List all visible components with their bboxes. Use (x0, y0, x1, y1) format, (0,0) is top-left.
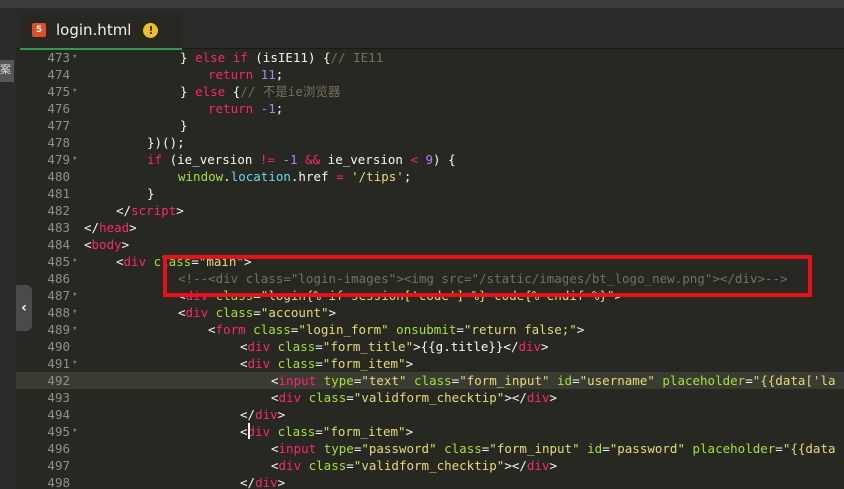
line-number: 474 (47, 67, 70, 82)
line-number: 479 (47, 152, 70, 167)
code-line: 495 ▾ <div class="form_item"> (16, 423, 844, 440)
code-line: 496 <input type="password" class="form_in… (16, 440, 844, 457)
window-top-bar (0, 0, 844, 8)
code-line: 475 ▾} else {// 不是ie浏览器 (16, 83, 844, 100)
code-line: 476 return -1; (16, 100, 844, 117)
line-number: 480 (47, 169, 70, 184)
fold-arrow-icon[interactable]: ▾ (72, 321, 77, 338)
annotation-highlight-box (163, 255, 812, 297)
collapse-panel-chevron-icon[interactable]: ‹ (16, 285, 32, 331)
code-line: 498 </div> (16, 474, 844, 489)
fold-arrow-icon[interactable]: ▾ (72, 253, 77, 270)
code-line-current: 492 <input type="text" class="form_input"… (16, 372, 844, 389)
warning-icon[interactable]: ! (143, 22, 159, 38)
line-number: 490 (47, 339, 70, 354)
tab-label: login.html (56, 21, 132, 39)
fold-arrow-icon[interactable]: ▾ (72, 355, 77, 372)
line-number: 482 (47, 203, 70, 218)
line-number: 475 (47, 84, 70, 99)
line-number: 492 (47, 373, 70, 388)
code-line: 484 <body> (16, 236, 844, 253)
code-line: 481} (16, 185, 844, 202)
tab-login-html[interactable]: 5 login.html ! (20, 12, 182, 50)
code-line: 479 ▾ if (ie_version != -1 && ie_version <… (16, 151, 844, 168)
code-line: 473 ▾} else if (isIE11) {// IE11 (16, 49, 844, 66)
code-line: 477} (16, 117, 844, 134)
line-number: 478 (47, 135, 70, 150)
fold-arrow-icon[interactable]: ▾ (72, 423, 77, 440)
line-number: 496 (47, 441, 70, 456)
code-line: 488 ▾ <div class="account"> (16, 304, 844, 321)
line-number: 477 (47, 118, 70, 133)
code-line: 493 <div class="validform_checktip"></div… (16, 389, 844, 406)
fold-arrow-icon[interactable]: ▾ (72, 287, 77, 304)
line-number: 491 (47, 356, 70, 371)
line-number: 493 (47, 390, 70, 405)
html5-file-icon: 5 (32, 23, 46, 37)
left-panel-mark: 案 (0, 63, 11, 76)
fold-arrow-icon[interactable]: ▾ (72, 83, 77, 100)
code-line: 497 <div class="validform_checktip"></div… (16, 457, 844, 474)
code-line: 483 </head> (16, 219, 844, 236)
line-number: 494 (47, 407, 70, 422)
line-number: 473 (47, 50, 70, 65)
code-line: 494 </div> (16, 406, 844, 423)
tab-bar: 5 login.html ! (16, 8, 844, 50)
line-number: 484 (47, 237, 70, 252)
line-number: 497 (47, 458, 70, 473)
code-line: 490 <div class="form_title">{{g.title}}</… (16, 338, 844, 355)
line-number: 483 (47, 220, 70, 235)
line-number: 485 (47, 254, 70, 269)
text-cursor (248, 423, 250, 439)
code-line: 491 ▾ <div class="form_item"> (16, 355, 844, 372)
line-number: 495 (47, 424, 70, 439)
line-number: 498 (47, 475, 70, 489)
code-line: 478})(); (16, 134, 844, 151)
fold-arrow-icon[interactable]: ▾ (72, 151, 77, 168)
code-line: 489 ▾ <form class="login_form" onsubmit="r… (16, 321, 844, 338)
line-number: 476 (47, 101, 70, 116)
code-line: 480 window.location.href = '/tips'; (16, 168, 844, 185)
line-number: 481 (47, 186, 70, 201)
fold-arrow-icon[interactable]: ▾ (72, 304, 77, 321)
code-line: 482 </script> (16, 202, 844, 219)
fold-arrow-icon[interactable]: ▾ (72, 49, 77, 66)
left-panel-strip: 案 (0, 8, 16, 489)
code-line: 474 return 11; (16, 66, 844, 83)
